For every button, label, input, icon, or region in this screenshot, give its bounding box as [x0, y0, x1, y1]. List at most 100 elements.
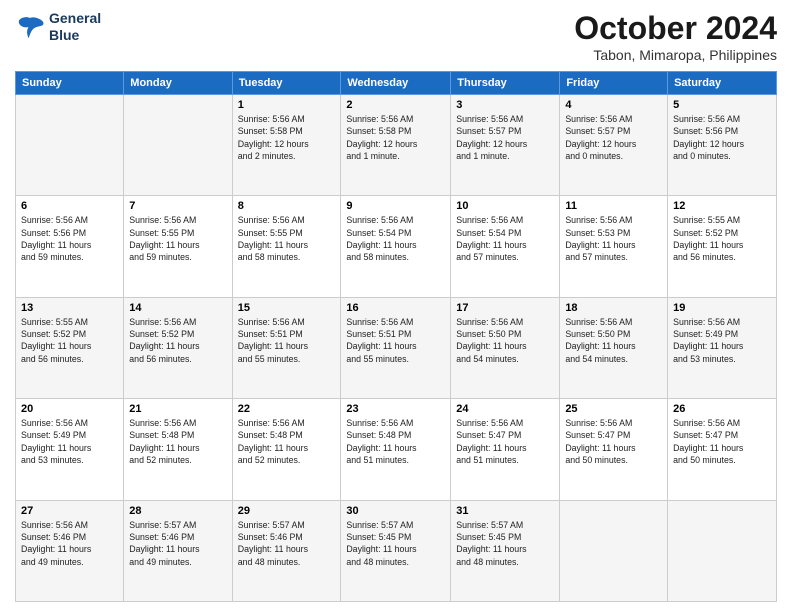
header-thursday: Thursday — [451, 72, 560, 95]
day-number: 12 — [673, 200, 771, 212]
day-info: Sunrise: 5:56 AM Sunset: 5:56 PM Dayligh… — [21, 214, 118, 263]
calendar-body: 1 Sunrise: 5:56 AM Sunset: 5:58 PM Daylig… — [16, 95, 777, 602]
calendar-cell — [668, 500, 777, 601]
calendar-cell: 26Sunrise: 5:56 AM Sunset: 5:47 PM Dayli… — [668, 399, 777, 500]
month-title: October 2024 — [574, 10, 777, 47]
day-number: 9 — [346, 200, 445, 212]
day-number: 14 — [129, 302, 226, 314]
calendar-cell: 28 Sunrise: 5:57 AM Sunset: 5:46 PM Dayli… — [124, 500, 232, 601]
logo-icon — [15, 12, 45, 42]
calendar-cell: 16Sunrise: 5:56 AM Sunset: 5:51 PM Dayli… — [341, 297, 451, 398]
day-number: 30 — [346, 505, 445, 517]
day-number: 17 — [456, 302, 554, 314]
page: General Blue October 2024 Tabon, Mimarop… — [0, 0, 792, 612]
day-info: Sunrise: 5:56 AM Sunset: 5:48 PM Dayligh… — [129, 417, 226, 466]
day-info: Sunrise: 5:56 AM Sunset: 5:54 PM Dayligh… — [346, 214, 445, 263]
day-number: 27 — [21, 505, 118, 517]
calendar-cell: 11 Sunrise: 5:56 AM Sunset: 5:53 PM Dayli… — [560, 196, 668, 297]
calendar-cell: 30Sunrise: 5:57 AM Sunset: 5:45 PM Dayli… — [341, 500, 451, 601]
day-number: 11 — [565, 200, 662, 212]
day-number: 26 — [673, 403, 771, 415]
calendar-cell: 3 Sunrise: 5:56 AM Sunset: 5:57 PM Daylig… — [451, 95, 560, 196]
day-number: 16 — [346, 302, 445, 314]
day-number: 18 — [565, 302, 662, 314]
day-number: 28 — [129, 505, 226, 517]
day-number: 3 — [456, 99, 554, 111]
calendar-cell: 15 Sunrise: 5:56 AM Sunset: 5:51 PM Dayli… — [232, 297, 341, 398]
calendar-cell: 5 Sunrise: 5:56 AM Sunset: 5:56 PM Daylig… — [668, 95, 777, 196]
day-number: 2 — [346, 99, 445, 111]
day-info: Sunrise: 5:56 AM Sunset: 5:58 PM Dayligh… — [238, 113, 336, 162]
header-sunday: Sunday — [16, 72, 124, 95]
calendar-cell: 29 Sunrise: 5:57 AM Sunset: 5:46 PM Dayli… — [232, 500, 341, 601]
calendar-cell: 10Sunrise: 5:56 AM Sunset: 5:54 PM Dayli… — [451, 196, 560, 297]
calendar-cell: 7Sunrise: 5:56 AM Sunset: 5:55 PM Daylig… — [124, 196, 232, 297]
day-number: 21 — [129, 403, 226, 415]
day-number: 10 — [456, 200, 554, 212]
header-tuesday: Tuesday — [232, 72, 341, 95]
day-info: Sunrise: 5:57 AM Sunset: 5:45 PM Dayligh… — [456, 519, 554, 568]
day-info: Sunrise: 5:56 AM Sunset: 5:52 PM Dayligh… — [129, 316, 226, 365]
day-number: 5 — [673, 99, 771, 111]
day-info: Sunrise: 5:56 AM Sunset: 5:47 PM Dayligh… — [565, 417, 662, 466]
day-info: Sunrise: 5:56 AM Sunset: 5:53 PM Dayligh… — [565, 214, 662, 263]
calendar-cell: 21 Sunrise: 5:56 AM Sunset: 5:48 PM Dayli… — [124, 399, 232, 500]
logo-text: General Blue — [49, 10, 101, 44]
calendar-cell — [124, 95, 232, 196]
day-info: Sunrise: 5:56 AM Sunset: 5:57 PM Dayligh… — [456, 113, 554, 162]
header-saturday: Saturday — [668, 72, 777, 95]
calendar-cell: 25 Sunrise: 5:56 AM Sunset: 5:47 PM Dayli… — [560, 399, 668, 500]
day-number: 1 — [238, 99, 336, 111]
calendar-cell: 19Sunrise: 5:56 AM Sunset: 5:49 PM Dayli… — [668, 297, 777, 398]
day-number: 6 — [21, 200, 118, 212]
week-row-4: 20 Sunrise: 5:56 AM Sunset: 5:49 PM Dayli… — [16, 399, 777, 500]
calendar-cell: 9 Sunrise: 5:56 AM Sunset: 5:54 PM Daylig… — [341, 196, 451, 297]
day-number: 15 — [238, 302, 336, 314]
day-info: Sunrise: 5:56 AM Sunset: 5:49 PM Dayligh… — [21, 417, 118, 466]
calendar-cell: 13Sunrise: 5:55 AM Sunset: 5:52 PM Dayli… — [16, 297, 124, 398]
calendar-cell: 14 Sunrise: 5:56 AM Sunset: 5:52 PM Dayli… — [124, 297, 232, 398]
day-number: 20 — [21, 403, 118, 415]
day-info: Sunrise: 5:56 AM Sunset: 5:48 PM Dayligh… — [238, 417, 336, 466]
calendar-table: SundayMondayTuesdayWednesdayThursdayFrid… — [15, 71, 777, 602]
calendar-cell — [560, 500, 668, 601]
day-headers-row: SundayMondayTuesdayWednesdayThursdayFrid… — [16, 72, 777, 95]
header-friday: Friday — [560, 72, 668, 95]
day-info: Sunrise: 5:56 AM Sunset: 5:55 PM Dayligh… — [129, 214, 226, 263]
day-number: 31 — [456, 505, 554, 517]
day-info: Sunrise: 5:56 AM Sunset: 5:56 PM Dayligh… — [673, 113, 771, 162]
calendar-cell: 12Sunrise: 5:55 AM Sunset: 5:52 PM Dayli… — [668, 196, 777, 297]
calendar-cell: 27 Sunrise: 5:56 AM Sunset: 5:46 PM Dayli… — [16, 500, 124, 601]
day-info: Sunrise: 5:55 AM Sunset: 5:52 PM Dayligh… — [21, 316, 118, 365]
location-subtitle: Tabon, Mimaropa, Philippines — [574, 47, 777, 63]
day-info: Sunrise: 5:56 AM Sunset: 5:55 PM Dayligh… — [238, 214, 336, 263]
calendar-cell: 22 Sunrise: 5:56 AM Sunset: 5:48 PM Dayli… — [232, 399, 341, 500]
day-number: 22 — [238, 403, 336, 415]
day-number: 29 — [238, 505, 336, 517]
calendar-cell: 4Sunrise: 5:56 AM Sunset: 5:57 PM Daylig… — [560, 95, 668, 196]
day-info: Sunrise: 5:56 AM Sunset: 5:48 PM Dayligh… — [346, 417, 445, 466]
day-info: Sunrise: 5:56 AM Sunset: 5:51 PM Dayligh… — [238, 316, 336, 365]
calendar-cell: 24Sunrise: 5:56 AM Sunset: 5:47 PM Dayli… — [451, 399, 560, 500]
day-info: Sunrise: 5:56 AM Sunset: 5:58 PM Dayligh… — [346, 113, 445, 162]
header: General Blue October 2024 Tabon, Mimarop… — [15, 10, 777, 63]
calendar-cell: 8Sunrise: 5:56 AM Sunset: 5:55 PM Daylig… — [232, 196, 341, 297]
calendar-header: SundayMondayTuesdayWednesdayThursdayFrid… — [16, 72, 777, 95]
day-info: Sunrise: 5:57 AM Sunset: 5:46 PM Dayligh… — [129, 519, 226, 568]
day-info: Sunrise: 5:56 AM Sunset: 5:50 PM Dayligh… — [456, 316, 554, 365]
week-row-5: 27 Sunrise: 5:56 AM Sunset: 5:46 PM Dayli… — [16, 500, 777, 601]
calendar-cell: 2 Sunrise: 5:56 AM Sunset: 5:58 PM Daylig… — [341, 95, 451, 196]
day-info: Sunrise: 5:57 AM Sunset: 5:46 PM Dayligh… — [238, 519, 336, 568]
day-number: 25 — [565, 403, 662, 415]
day-info: Sunrise: 5:56 AM Sunset: 5:50 PM Dayligh… — [565, 316, 662, 365]
calendar-cell — [16, 95, 124, 196]
calendar-cell: 20 Sunrise: 5:56 AM Sunset: 5:49 PM Dayli… — [16, 399, 124, 500]
day-number: 23 — [346, 403, 445, 415]
day-number: 24 — [456, 403, 554, 415]
title-section: October 2024 Tabon, Mimaropa, Philippine… — [574, 10, 777, 63]
week-row-1: 1 Sunrise: 5:56 AM Sunset: 5:58 PM Daylig… — [16, 95, 777, 196]
week-row-3: 13Sunrise: 5:55 AM Sunset: 5:52 PM Dayli… — [16, 297, 777, 398]
calendar-cell: 18 Sunrise: 5:56 AM Sunset: 5:50 PM Dayli… — [560, 297, 668, 398]
day-number: 19 — [673, 302, 771, 314]
day-info: Sunrise: 5:56 AM Sunset: 5:46 PM Dayligh… — [21, 519, 118, 568]
